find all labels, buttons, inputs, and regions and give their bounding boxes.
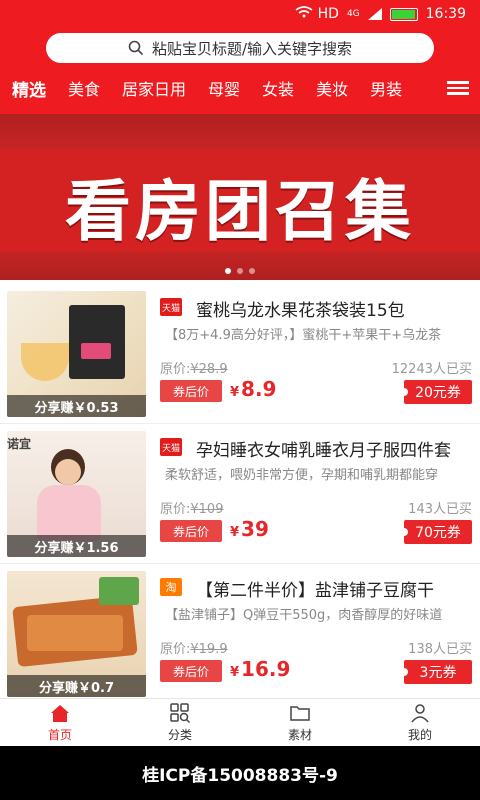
product-title: 【第二件半价】盐津铺子豆腐干 [196,581,434,601]
product-title: 蜜桃乌龙水果花茶袋装15包 [196,301,405,321]
coupon-button[interactable]: 20元券 [400,380,472,404]
wifi-icon [295,6,313,18]
carousel-dots [0,268,480,274]
after-coupon-tag: 券后价 [160,380,222,402]
carousel-dot[interactable] [249,268,255,274]
product-desc: 【8万+4.9高分好评，】蜜桃干+苹果干+乌龙茶 [165,328,442,343]
sold-count: 12243人已买 [391,362,472,377]
after-coupon-tag: 券后价 [160,660,222,682]
product-image: 分享赚￥0.53 [7,291,146,417]
tab-material[interactable]: 素材 [240,699,360,746]
carousel-dot[interactable] [237,268,243,274]
taobao-badge: 淘 [160,578,182,596]
product-item[interactable]: 分享赚￥0.7 淘 【第二件半价】盐津铺子豆腐干 【盐津铺子】Q弹豆干550g，… [0,564,480,704]
search-icon [128,40,144,56]
tab-food[interactable]: 美食 [57,76,111,100]
original-price: 原价:¥109 [160,502,224,517]
share-earn-label: 分享赚￥0.53 [7,395,146,417]
product-list: 分享赚￥0.53 天猫 蜜桃乌龙水果花茶袋装15包 【8万+4.9高分好评，】蜜… [0,284,480,704]
product-title: 孕妇睡衣女哺乳睡衣月子服四件套 [196,441,451,461]
share-earn-label: 分享赚￥1.56 [7,535,146,557]
tab-beauty[interactable]: 美妆 [305,76,359,100]
tab-mine-label: 我的 [407,728,432,742]
product-image: 诺宜 分享赚￥1.56 [7,431,146,557]
network-label: HD [295,6,339,22]
folder-icon [290,706,310,721]
tab-featured[interactable]: 精选 [0,76,57,101]
product-item[interactable]: 分享赚￥0.53 天猫 蜜桃乌龙水果花茶袋装15包 【8万+4.9高分好评，】蜜… [0,284,480,424]
menu-button[interactable] [436,70,480,106]
tab-category-label: 分类 [167,728,192,742]
after-coupon-tag: 券后价 [160,520,222,542]
original-price: 原价:¥28.9 [160,362,228,377]
tmall-badge: 天猫 [160,438,182,456]
coupon-price: ¥39 [230,517,269,541]
tab-women[interactable]: 女装 [251,76,305,100]
home-icon [51,705,69,722]
banner-title: 看房团召集 [65,173,415,250]
search-input[interactable]: 粘贴宝贝标题/输入关键字搜索 [46,33,434,63]
coupon-button[interactable]: 3元券 [400,660,472,684]
tab-men[interactable]: 男装 [359,76,413,100]
header: 粘贴宝贝标题/输入关键字搜索 精选 美食 居家日用 母婴 女装 美妆 男装 [0,28,480,114]
icp-footer: 桂ICP备15008883号-9 [0,746,480,800]
bottom-tab-bar: 首页 分类 素材 我的 [0,698,480,746]
tmall-badge: 天猫 [160,298,182,316]
coupon-button[interactable]: 70元券 [400,520,472,544]
status-time: 16:39 [425,6,466,22]
coupon-price: ¥16.9 [230,657,291,681]
promo-banner[interactable]: 看房团召集 [0,114,480,280]
coupon-price: ¥8.9 [230,377,277,401]
share-earn-label: 分享赚￥0.7 [7,675,146,697]
sold-count: 138人已买 [408,642,472,657]
tab-home[interactable]: 首页 [0,699,120,746]
product-desc: 柔软舒适，喂奶非常方便，孕期和哺乳期都能穿 [165,468,439,483]
signal-icon [367,8,382,20]
category-tabs: 精选 美食 居家日用 母婴 女装 美妆 男装 [0,70,480,106]
battery-icon [389,7,418,21]
search-placeholder: 粘贴宝贝标题/输入关键字搜索 [151,39,353,58]
carousel-dot[interactable] [225,268,231,274]
tab-baby[interactable]: 母婴 [197,76,251,100]
user-icon [411,704,429,723]
signal-tag: 4G [346,9,360,19]
status-bar: HD 4G 16:39 [0,0,480,28]
product-image: 分享赚￥0.7 [7,571,146,697]
original-price: 原价:¥19.9 [160,642,228,657]
network-text: HD [317,6,339,22]
tab-home-label: 首页 [47,728,72,742]
sold-count: 143人已买 [408,502,472,517]
tab-material-label: 素材 [287,728,312,742]
product-desc: 【盐津铺子】Q弹豆干550g，肉香醇厚的好味道 [165,608,443,623]
tab-mine[interactable]: 我的 [360,699,480,746]
tab-category[interactable]: 分类 [120,699,240,746]
hamburger-icon [447,78,469,98]
tab-household[interactable]: 居家日用 [111,76,197,100]
product-item[interactable]: 诺宜 分享赚￥1.56 天猫 孕妇睡衣女哺乳睡衣月子服四件套 柔软舒适，喂奶非常… [0,424,480,564]
grid-search-icon [170,703,191,724]
